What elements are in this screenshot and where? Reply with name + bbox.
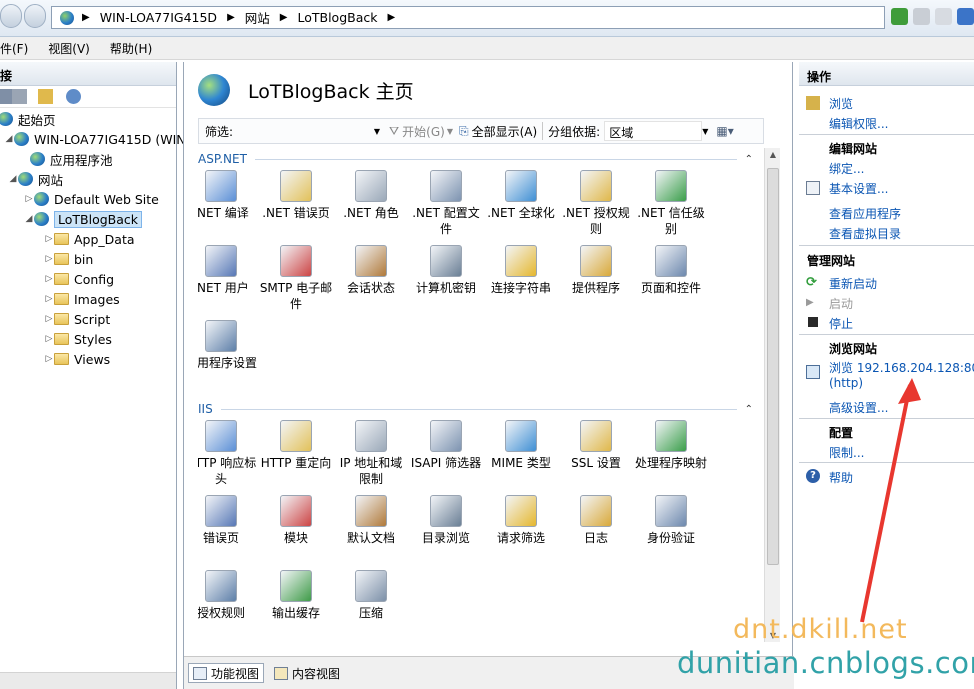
arrow-shaft xyxy=(860,384,912,623)
annotation-arrow xyxy=(860,378,921,623)
arrow-head xyxy=(898,378,921,404)
